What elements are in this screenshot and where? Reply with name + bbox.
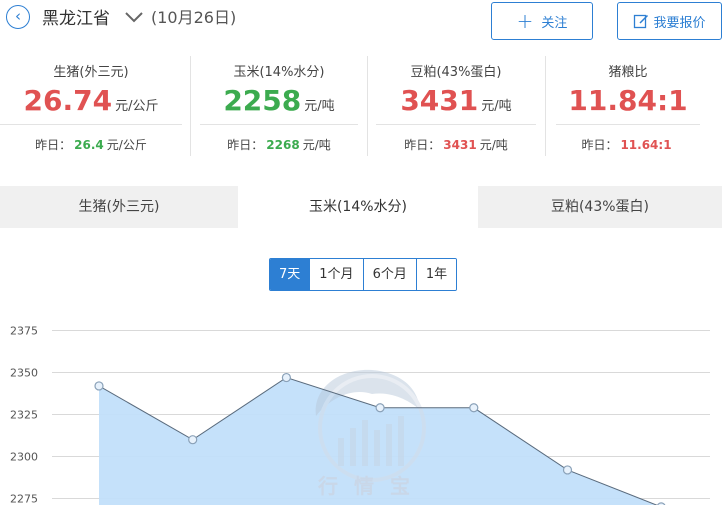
range-1m-button[interactable]: 1个月 <box>309 259 363 290</box>
tab-soymeal[interactable]: 豆粕(43%蛋白) <box>478 186 722 228</box>
tab-corn[interactable]: 玉米(14%水分) <box>238 186 478 228</box>
metric-label: 生猪(外三元) <box>53 65 129 80</box>
data-point[interactable] <box>188 435 198 445</box>
data-point[interactable] <box>562 465 573 475</box>
metric-label: 猪粮比 <box>608 65 648 80</box>
time-range-selector: 7天 1个月 6个月 1年 <box>269 258 458 291</box>
back-arrow-icon[interactable]: ‹ <box>6 5 30 29</box>
range-7d-button[interactable]: 7天 <box>270 259 310 290</box>
metric-label: 玉米(14%水分) <box>233 65 325 80</box>
plus-icon: + <box>516 9 534 33</box>
metric-soymeal: 豆粕(43%蛋白) 3431 元/吨 昨日： 3431 元/吨 <box>376 52 536 158</box>
province-selector[interactable]: 黑龙江省 <box>42 4 110 29</box>
price-chart: 2375 2350 2325 2300 2275 行情宝 <box>0 300 722 505</box>
metric-previous: 昨日： 26.4 元/公斤 <box>35 138 147 152</box>
price-summary: 生猪(外三元) 26.74 元/公斤 昨日： 26.4 元/公斤 玉米(14%水分) … <box>0 52 722 162</box>
metric-hog-grain-ratio: 猪粮比 11.84:1 昨日： 11.64:1 <box>556 52 700 158</box>
commodity-tabs: 生猪(外三元) 玉米(14%水分) 豆粕(43%蛋白) <box>0 186 722 228</box>
y-tick-label: 2300 <box>10 451 38 464</box>
metric-value: 2258 元/吨 <box>223 84 335 117</box>
metric-label: 豆粕(43%蛋白) <box>410 65 502 80</box>
range-6m-button[interactable]: 6个月 <box>362 259 416 290</box>
metric-previous: 昨日： 2268 元/吨 <box>227 138 331 152</box>
data-point[interactable] <box>375 403 385 413</box>
y-tick-label: 2275 <box>10 493 38 505</box>
y-tick-label: 2325 <box>10 409 38 422</box>
report-label: 我要报价 <box>653 15 706 31</box>
divider <box>545 56 546 156</box>
metric-corn: 玉米(14%水分) 2258 元/吨 昨日： 2268 元/吨 <box>200 52 358 158</box>
follow-button[interactable]: + 关注 <box>491 2 593 40</box>
area-chart: 2375 2350 2325 2300 2275 行情宝 <box>10 325 710 505</box>
data-point[interactable] <box>469 403 479 413</box>
metric-previous: 昨日： 3431 元/吨 <box>404 138 508 152</box>
edit-icon <box>634 14 649 29</box>
metric-previous: 昨日： 11.64:1 <box>581 138 672 152</box>
follow-label: 关注 <box>541 15 568 31</box>
chevron-down-icon[interactable] <box>123 8 145 26</box>
metric-value: 26.74 元/公斤 <box>23 84 159 117</box>
y-tick-label: 2375 <box>10 325 38 338</box>
range-1y-button[interactable]: 1年 <box>415 259 457 290</box>
date-label: (10月26日) <box>151 8 237 27</box>
metric-value: 11.84:1 <box>568 84 688 117</box>
tab-hog[interactable]: 生猪(外三元) <box>0 186 238 228</box>
data-point[interactable] <box>94 381 104 391</box>
report-price-button[interactable]: 我要报价 <box>617 2 722 40</box>
top-bar: ‹ 黑龙江省 (10月26日) + 关注 我要报价 <box>0 0 722 44</box>
metric-value: 3431 元/吨 <box>400 84 512 117</box>
data-point[interactable] <box>281 372 291 383</box>
svg-text:行情宝: 行情宝 <box>317 474 426 498</box>
divider <box>367 56 368 156</box>
metric-hog: 生猪(外三元) 26.74 元/公斤 昨日： 26.4 元/公斤 <box>0 52 182 158</box>
y-tick-label: 2350 <box>10 367 38 380</box>
divider <box>190 56 191 156</box>
